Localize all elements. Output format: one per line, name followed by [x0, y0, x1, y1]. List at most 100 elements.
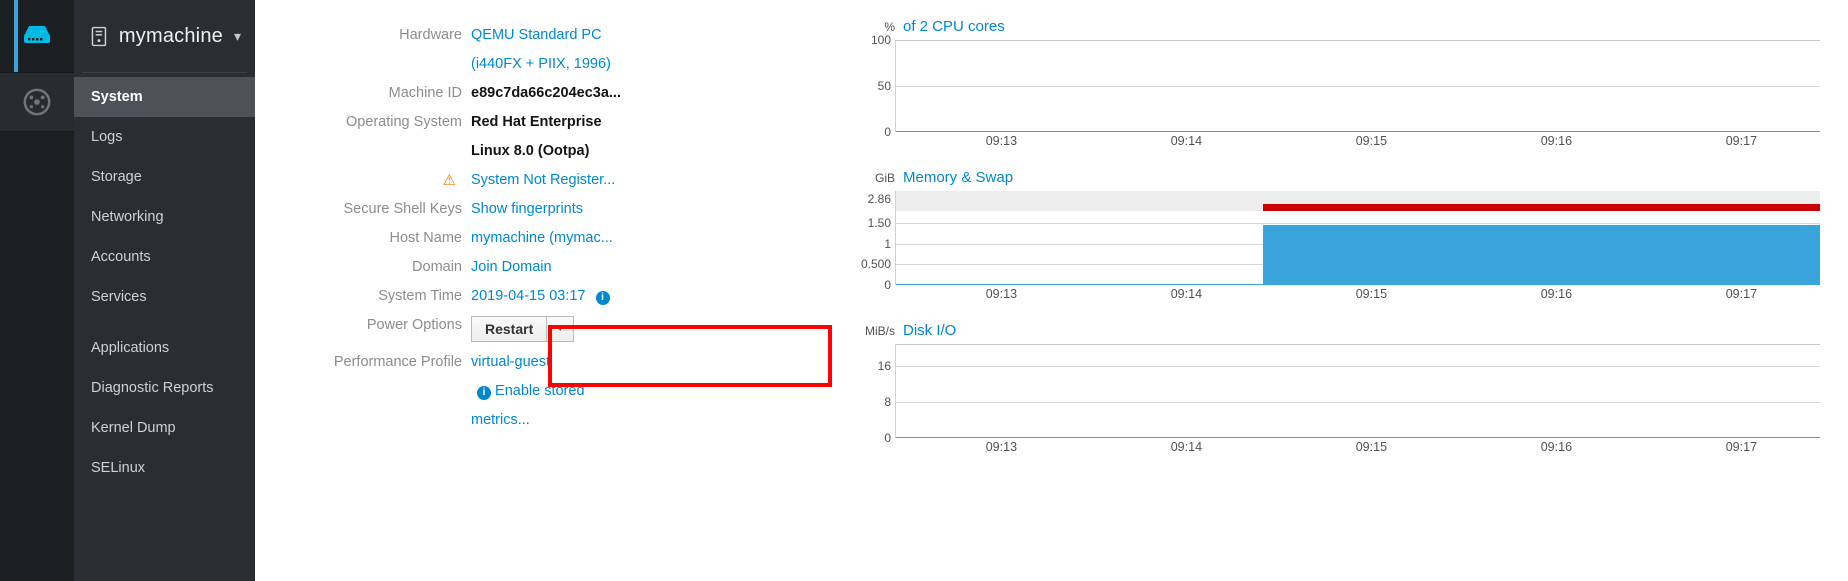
sidebar-item-services[interactable]: Services	[74, 277, 255, 317]
cpu-y-axis: 100 50 0	[855, 33, 895, 139]
power-options-cell: Restart ▼	[471, 316, 613, 342]
disk-xtick-2: 09:15	[1355, 440, 1388, 454]
power-options-label: Power Options	[366, 317, 462, 333]
info-row-system-time: System Time 2019-04-15 03:17 i	[293, 287, 613, 305]
server-stack-icon	[24, 26, 50, 43]
hardware-value[interactable]: QEMU Standard PC	[471, 26, 613, 44]
warning-triangle-icon: ⚠	[442, 172, 456, 189]
sidebar-item-label: SELinux	[91, 460, 146, 476]
stored-metrics-cell: i Enable stored	[471, 382, 613, 400]
metrics-charts: % of 2 CPU cores 100 50 0 09:13 09:14 09…	[855, 18, 1848, 458]
main-content: Hardware QEMU Standard PC x (i440FX + PI…	[255, 0, 1848, 581]
disk-chart-header: MiB/s Disk I/O	[855, 322, 1848, 344]
info-row-os-line2: x Linux 8.0 (Ootpa)	[293, 142, 613, 160]
system-info-table: Hardware QEMU Standard PC x (i440FX + PI…	[293, 26, 621, 440]
hardware-value-line2[interactable]: (i440FX + PIIX, 1996)	[471, 55, 613, 73]
disk-ytick-8: 8	[884, 394, 891, 409]
host-switcher[interactable]: mymachine ▾	[74, 0, 255, 72]
cpu-area-series	[896, 40, 1820, 132]
swap-usage-bar	[1262, 204, 1820, 211]
operating-system-label: Operating System	[345, 114, 462, 130]
performance-profile-label: Performance Profile	[333, 354, 462, 370]
host-name-label: Host Name	[389, 230, 462, 246]
memory-ytick-0500: 0.500	[860, 257, 891, 272]
info-row-performance-profile: Performance Profile virtual-guest	[293, 353, 613, 371]
chart-cpu: % of 2 CPU cores 100 50 0 09:13 09:14 09…	[855, 18, 1848, 152]
chart-memory-swap: GiB Memory & Swap 2.86 1.50 1 0.500 0 09…	[855, 169, 1848, 305]
system-time-value[interactable]: 2019-04-15 03:17	[471, 288, 586, 304]
info-row-power-options: Power Options Restart ▼	[293, 316, 613, 342]
chevron-down-icon[interactable]: ▾	[234, 28, 241, 45]
info-row-os: Operating System Red Hat Enterprise	[293, 113, 613, 131]
memory-chart-title[interactable]: Memory & Swap	[903, 169, 1013, 186]
cockpit-window: mymachine ▾ System Logs Storage Networki…	[0, 0, 1848, 581]
sidebar: mymachine ▾ System Logs Storage Networki…	[74, 0, 255, 581]
icon-rail	[0, 0, 74, 581]
hardware-label: Hardware	[399, 27, 462, 43]
restart-button[interactable]: Restart	[471, 316, 548, 342]
caret-down-icon[interactable]: ▼	[547, 316, 575, 342]
host-name-value[interactable]: mymachine (mymac...	[471, 229, 613, 247]
system-not-registered-link[interactable]: System Not Register...	[471, 171, 615, 189]
disk-ytick-0: 0	[884, 431, 891, 445]
info-circle-icon[interactable]: i	[595, 291, 610, 305]
sidebar-item-kernel-dump[interactable]: Kernel Dump	[74, 408, 255, 448]
join-domain-link[interactable]: Join Domain	[471, 258, 613, 276]
sidebar-item-storage[interactable]: Storage	[74, 157, 255, 197]
operating-system-value-line2: Linux 8.0 (Ootpa)	[471, 143, 590, 159]
sidebar-item-logs[interactable]: Logs	[74, 117, 255, 157]
disk-unit-label: MiB/s	[865, 324, 895, 338]
sidebar-item-diagnostic-reports[interactable]: Diagnostic Reports	[74, 368, 255, 408]
memory-ytick-1: 1	[884, 236, 891, 251]
cpu-x-axis: 09:13 09:14 09:15 09:16 09:17	[855, 132, 1848, 152]
sidebar-item-accounts[interactable]: Accounts	[74, 237, 255, 277]
disk-area-series	[896, 344, 1820, 438]
memory-xtick-1: 09:14	[1170, 287, 1203, 301]
cpu-xtick-2: 09:15	[1355, 134, 1388, 148]
performance-profile-value[interactable]: virtual-guest	[471, 353, 613, 371]
sidebar-item-label: Accounts	[91, 249, 151, 265]
sidebar-nav-list: System Logs Storage Networking Accounts …	[74, 73, 255, 488]
sidebar-item-label: Applications	[91, 340, 170, 356]
disk-xtick-0: 09:13	[985, 440, 1018, 454]
registration-warning-cell: ⚠	[293, 171, 471, 189]
disk-chart-title[interactable]: Disk I/O	[903, 322, 956, 339]
cpu-xtick-4: 09:17	[1725, 134, 1758, 148]
info-row-stored-metrics-line2: x metrics...	[293, 411, 613, 429]
enable-stored-metrics-link-line1[interactable]: Enable stored	[495, 383, 584, 399]
memory-xtick-2: 09:15	[1355, 287, 1388, 301]
memory-usage-area	[1262, 224, 1820, 285]
memory-x-axis: 09:13 09:14 09:15 09:16 09:17	[855, 285, 1848, 305]
memory-xtick-4: 09:17	[1725, 287, 1758, 301]
operating-system-value: Red Hat Enterprise	[471, 114, 602, 130]
cpu-unit-label: %	[884, 20, 895, 34]
info-row-domain: Domain Join Domain	[293, 258, 613, 276]
system-time-label: System Time	[378, 288, 462, 304]
machine-id-value: e89c7da66c204ec3a...	[471, 85, 621, 101]
cpu-chart-title[interactable]: of 2 CPU cores	[903, 18, 1005, 35]
sidebar-item-label: Storage	[91, 169, 142, 185]
show-fingerprints-link[interactable]: Show fingerprints	[471, 200, 613, 218]
sidebar-item-label: Kernel Dump	[91, 420, 176, 436]
sidebar-item-label: Networking	[91, 209, 164, 225]
memory-plot-wrap: 2.86 1.50 1 0.500 0	[855, 191, 1848, 292]
memory-ytick-150: 1.50	[867, 216, 891, 231]
enable-stored-metrics-link-line2[interactable]: metrics...	[471, 411, 613, 429]
disk-xtick-3: 09:16	[1540, 440, 1573, 454]
disk-xtick-4: 09:17	[1725, 440, 1758, 454]
disk-x-axis: 09:13 09:14 09:15 09:16 09:17	[855, 438, 1848, 458]
cockpit-logo[interactable]	[0, 0, 74, 72]
disk-xtick-1: 09:14	[1170, 440, 1203, 454]
cpu-plot-wrap: 100 50 0	[855, 33, 1848, 139]
memory-ytick-286: 2.86	[867, 192, 891, 207]
sidebar-item-networking[interactable]: Networking	[74, 197, 255, 237]
sidebar-item-system[interactable]: System	[74, 77, 255, 117]
rail-tab-dashboard[interactable]	[0, 72, 74, 132]
sidebar-item-applications[interactable]: Applications	[74, 328, 255, 368]
sidebar-item-selinux[interactable]: SELinux	[74, 448, 255, 488]
info-row-ssh-keys: Secure Shell Keys Show fingerprints	[293, 200, 613, 218]
memory-ytick-0: 0	[884, 278, 891, 292]
cpu-xtick-0: 09:13	[985, 134, 1018, 148]
sidebar-item-label: Diagnostic Reports	[91, 380, 214, 396]
disk-y-axis: 16 8 0	[855, 344, 895, 445]
